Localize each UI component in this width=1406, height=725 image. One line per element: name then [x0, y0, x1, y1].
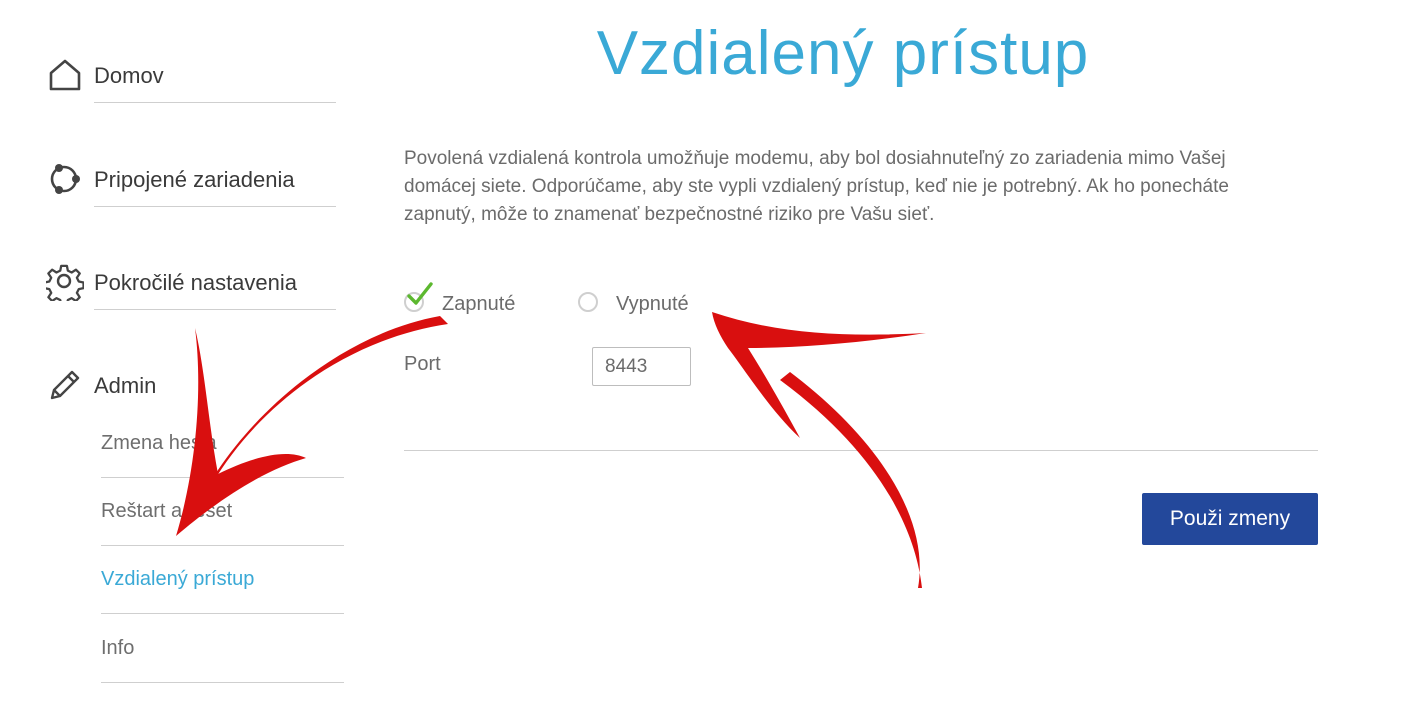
radio-enabled-label: Zapnuté — [442, 293, 516, 315]
radio-disabled[interactable]: Vypnuté — [578, 287, 708, 323]
radio-circle — [578, 292, 598, 312]
home-icon — [49, 59, 81, 91]
remote-access-toggle: Zapnuté Vypnuté — [404, 282, 744, 327]
divider — [94, 309, 336, 310]
divider — [101, 682, 344, 683]
port-label: Port — [404, 353, 441, 375]
divider — [101, 613, 344, 614]
connected-devices-icon — [50, 164, 80, 194]
sidebar-item-label: Admin — [94, 373, 157, 398]
sidebar-item-label: Pokročilé nastavenia — [94, 270, 298, 295]
sidebar-item-home[interactable]: Domov — [46, 56, 336, 116]
sidebar-item-label: Pripojené zariadenia — [94, 167, 295, 192]
sidebar-subitem-label: Info — [101, 637, 135, 659]
sidebar-subitem-change-password[interactable]: Zmena hesla — [101, 410, 344, 478]
sidebar-subitem-remote-access[interactable]: Vzdialený prístup — [101, 546, 344, 614]
divider — [94, 102, 336, 103]
pencil-icon — [50, 370, 80, 400]
sidebar: Domov Pripojené zariadenia Pokročilé nas… — [0, 0, 360, 725]
gear-icon — [46, 264, 84, 301]
checkmark-icon — [407, 282, 433, 305]
page-description: Povolená vzdialená kontrola umožňuje mod… — [404, 148, 1229, 225]
divider — [404, 450, 1318, 451]
sidebar-item-advanced-settings[interactable]: Pokročilé nastavenia — [46, 263, 336, 323]
radio-enabled[interactable]: Zapnuté — [404, 282, 534, 323]
sidebar-item-label: Domov — [94, 63, 164, 88]
apply-changes-button[interactable]: Použi zmeny — [1142, 493, 1318, 545]
sidebar-item-connected-devices[interactable]: Pripojené zariadenia — [46, 160, 336, 220]
divider — [94, 206, 336, 207]
sidebar-subitem-label: Vzdialený prístup — [101, 568, 255, 590]
radio-disabled-label: Vypnuté — [616, 293, 689, 315]
page-title: Vzdialený prístup — [596, 19, 1090, 88]
sidebar-subitem-label: Zmena hesla — [101, 432, 217, 454]
sidebar-subitem-label: Reštart a reset — [101, 500, 233, 522]
port-input[interactable] — [592, 347, 691, 386]
sidebar-subitem-info[interactable]: Info — [101, 615, 344, 683]
sidebar-subitem-restart-reset[interactable]: Reštart a reset — [101, 478, 344, 546]
